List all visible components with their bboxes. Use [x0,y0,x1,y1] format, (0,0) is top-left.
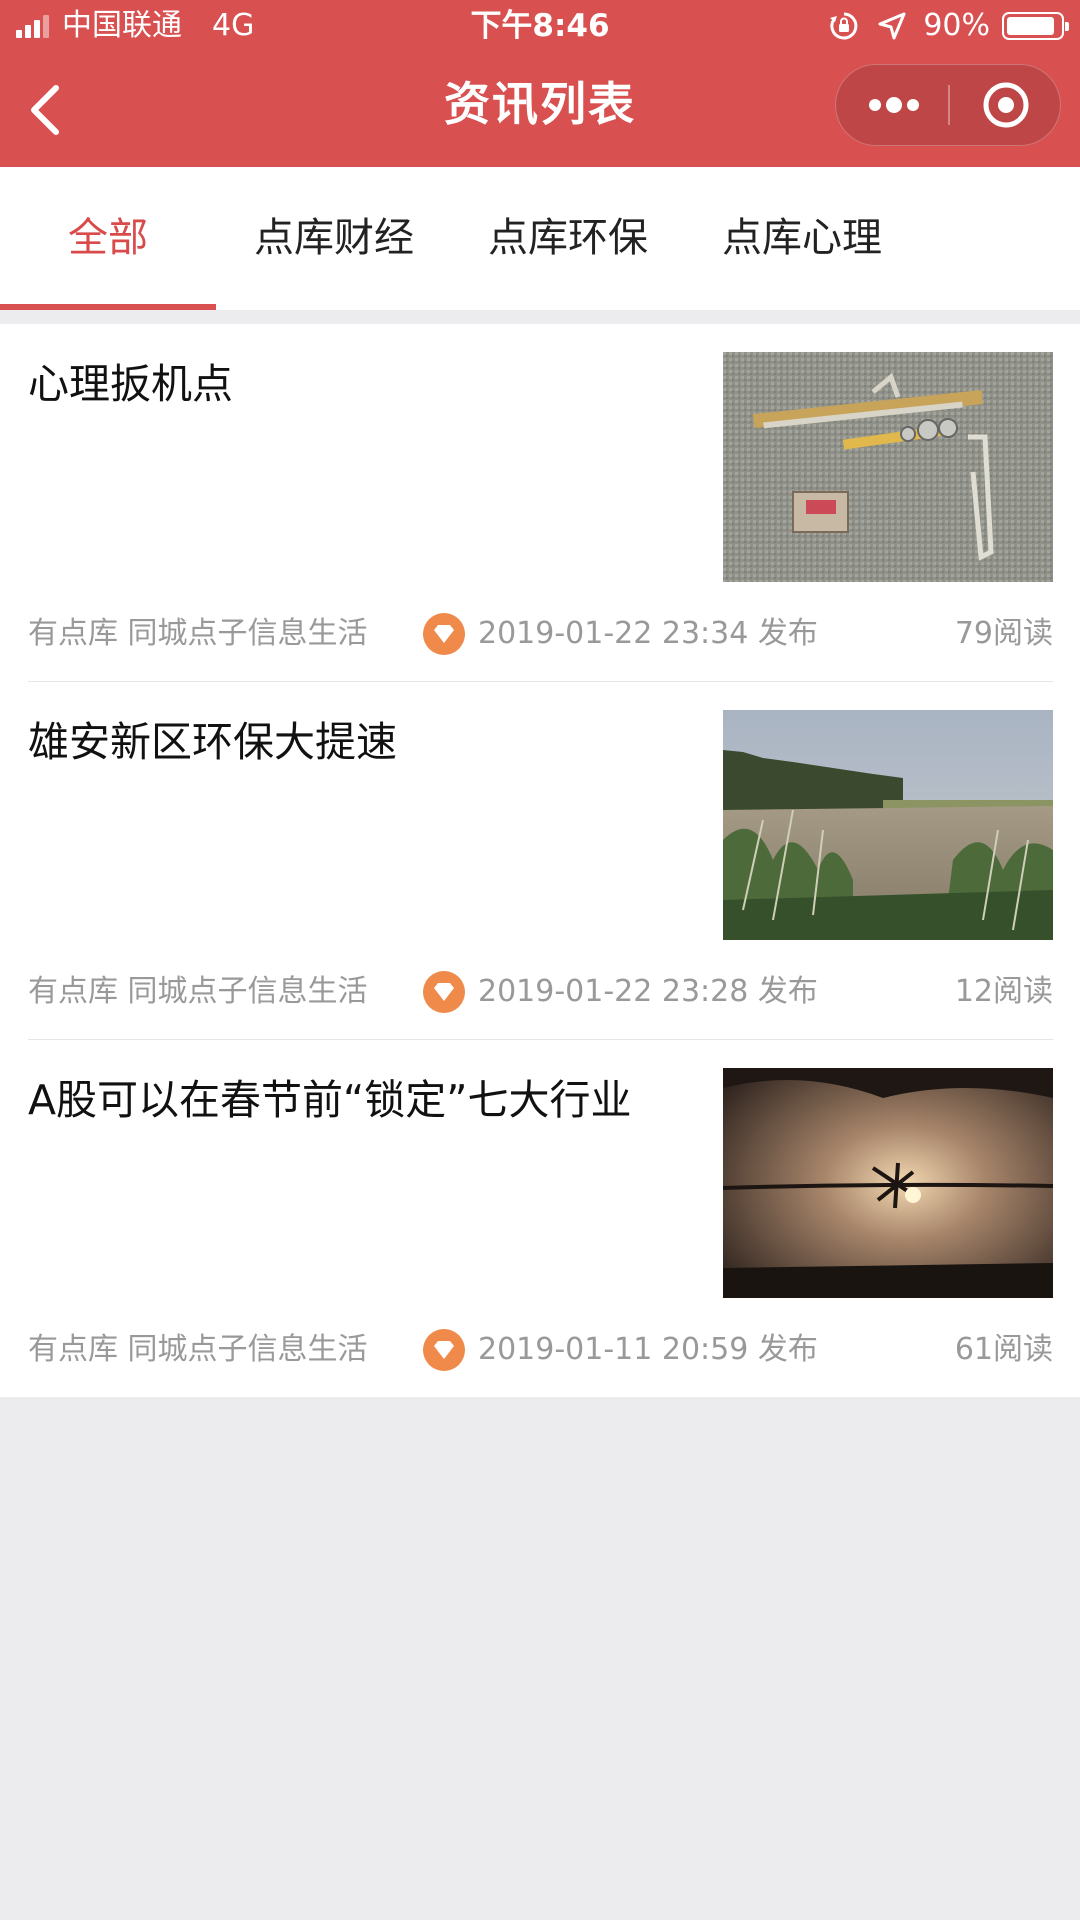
tabs-separator [0,310,1080,324]
rotation-lock-icon [830,12,858,40]
article-title[interactable]: 心理扳机点 [28,352,648,416]
diamond-badge-icon [423,613,465,655]
diamond-badge-icon [423,1329,465,1371]
tab-psychology[interactable]: 点库心理 [694,167,910,310]
category-tabs: 全部 点库财经 点库环保 点库心理 [0,167,1080,310]
status-right: 90% [827,0,1069,52]
app-header: 中国联通 4G 下午8:46 90% 资讯列表 [0,0,1080,167]
article-meta: 有点库 同城点子信息生活 2019-01-22 23:34 发布 79阅读 [28,604,1053,664]
battery-icon [1002,12,1069,40]
article-title[interactable]: 雄安新区环保大提速 [28,710,648,774]
article-source: 有点库 同城点子信息生活 [28,616,368,651]
battery-percent: 90% [923,8,990,43]
tab-environment[interactable]: 点库环保 [460,167,676,310]
slingshot-gun-photo [723,352,1053,582]
article-thumbnail[interactable] [723,710,1053,940]
mini-program-capsule [835,64,1061,146]
article-meta: 有点库 同城点子信息生活 2019-01-11 20:59 发布 61阅读 [28,1320,1053,1380]
article-item[interactable]: 心理扳机点 有点库 同城点子信息生活 2019-01-22 23:34 发布 7… [0,324,1080,682]
diamond-badge-icon [423,971,465,1013]
article-source: 有点库 同城点子信息生活 [28,1332,368,1367]
tab-all[interactable]: 全部 [0,167,216,310]
more-dots-icon[interactable] [836,65,948,145]
nav-bar: 资讯列表 [0,52,1080,167]
article-date: 2019-01-22 23:28 发布 [478,974,818,1009]
barbed-wire-sunset-photo [723,1068,1053,1298]
article-date: 2019-01-22 23:34 发布 [478,616,818,651]
article-thumbnail[interactable] [723,352,1053,582]
article-item[interactable]: 雄安新区环保大提速 有点库 同城点子信息生活 2019-01-22 23:28 … [0,682,1080,1040]
article-thumbnail[interactable] [723,1068,1053,1298]
tab-finance[interactable]: 点库财经 [226,167,442,310]
river-reeds-photo [723,710,1053,940]
article-source: 有点库 同城点子信息生活 [28,974,368,1009]
article-list: 心理扳机点 有点库 同城点子信息生活 2019-01-22 23:34 发布 7… [0,324,1080,1397]
article-read-count: 79阅读 [954,616,1053,651]
article-date: 2019-01-11 20:59 发布 [478,1332,818,1367]
article-title[interactable]: A股可以在春节前“锁定”七大行业 [28,1068,648,1132]
article-item[interactable]: A股可以在春节前“锁定”七大行业 有点库 同城点子信息生活 2019-01-11… [0,1040,1080,1398]
article-meta: 有点库 同城点子信息生活 2019-01-22 23:28 发布 12阅读 [28,962,1053,1022]
location-arrow-icon [878,12,906,40]
battery-level [1007,17,1054,35]
target-circle-icon[interactable] [950,65,1060,145]
article-read-count: 12阅读 [954,974,1053,1009]
article-read-count: 61阅读 [954,1332,1053,1367]
status-bar: 中国联通 4G 下午8:46 90% [0,0,1080,52]
